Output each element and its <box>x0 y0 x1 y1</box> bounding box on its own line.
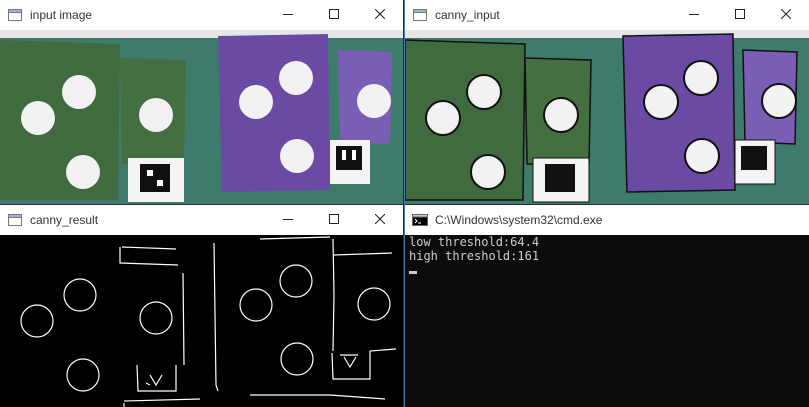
title-bar[interactable]: canny_input <box>405 0 809 30</box>
close-icon <box>780 6 792 24</box>
console-line: low threshold:64.4 <box>409 235 540 249</box>
minimize-button[interactable] <box>671 0 717 30</box>
minimize-icon <box>689 6 699 24</box>
app-window-icon <box>7 7 23 23</box>
maximize-icon <box>329 211 339 229</box>
title-bar[interactable]: input image <box>0 0 403 30</box>
edge-map <box>0 235 403 407</box>
minimize-button[interactable] <box>265 205 311 235</box>
canny-result-window: canny_result <box>0 205 403 407</box>
canny-input-window: canny_input <box>405 0 809 204</box>
text-cursor <box>409 271 417 274</box>
window-title: canny_result <box>30 213 99 227</box>
minimize-icon <box>283 6 293 24</box>
app-window-icon <box>412 7 428 23</box>
window-divider <box>404 0 405 407</box>
image-canvas <box>0 30 403 204</box>
app-window-icon <box>7 212 23 228</box>
window-title: canny_input <box>435 8 500 22</box>
close-button[interactable] <box>763 0 809 30</box>
console-output[interactable]: low threshold:64.4 high threshold:161 <box>405 235 809 407</box>
console-icon <box>412 212 428 228</box>
close-button[interactable] <box>357 0 403 30</box>
input-photo <box>0 30 403 204</box>
minimize-icon <box>283 211 293 229</box>
maximize-icon <box>329 6 339 24</box>
title-bar[interactable]: C:\Windows\system32\cmd.exe <box>405 205 809 235</box>
image-canvas <box>405 30 809 204</box>
maximize-icon <box>735 6 745 24</box>
window-title: input image <box>30 8 93 22</box>
close-button[interactable] <box>357 205 403 235</box>
window-title: C:\Windows\system32\cmd.exe <box>435 213 603 227</box>
maximize-button[interactable] <box>717 0 763 30</box>
close-icon <box>374 6 386 24</box>
maximize-button[interactable] <box>311 205 357 235</box>
console-line: high threshold:161 <box>409 249 540 263</box>
cmd-window: C:\Windows\system32\cmd.exe low threshol… <box>405 205 809 407</box>
canny-input-photo <box>405 30 809 204</box>
title-bar[interactable]: canny_result <box>0 205 403 235</box>
maximize-button[interactable] <box>311 0 357 30</box>
minimize-button[interactable] <box>265 0 311 30</box>
close-icon <box>374 211 386 229</box>
edge-canvas <box>0 235 403 407</box>
input-image-window: input image <box>0 0 403 204</box>
